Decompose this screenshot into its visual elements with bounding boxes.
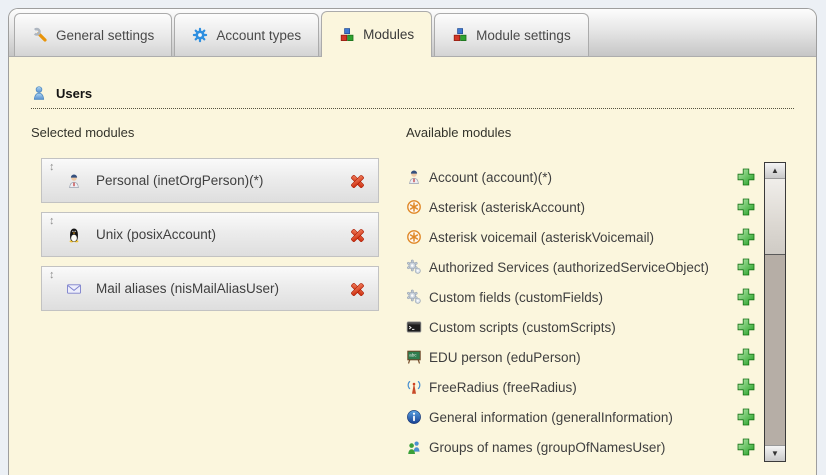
tab-label: General settings: [56, 28, 154, 43]
group-icon: [406, 439, 422, 455]
available-module-label: EDU person (eduPerson): [429, 350, 736, 365]
tab-bar: General settings Account types: [9, 9, 816, 57]
available-modules-list: Account (account)(*): [406, 162, 756, 462]
tab-modules[interactable]: Modules: [321, 11, 432, 57]
available-module-row-freeradius: FreeRadius (freeRadius): [406, 372, 756, 402]
tux-icon: [66, 227, 82, 243]
chalkboard-icon: abc: [406, 349, 422, 365]
selected-module-label: Personal (inetOrgPerson)(*): [96, 173, 263, 188]
tab-content: Users Selected modules ↕ Per: [9, 57, 816, 462]
gear-icon: [192, 27, 208, 43]
selected-modules-column: Selected modules ↕ Personal (inetOrgPers…: [31, 125, 379, 462]
available-module-label: General information (generalInformation): [429, 410, 736, 425]
available-module-row-account: Account (account)(*): [406, 162, 756, 192]
available-module-row-custom-scripts: Custom scripts (customScripts): [406, 312, 756, 342]
tab-label: Modules: [363, 27, 414, 42]
drag-handle-icon[interactable]: ↕: [49, 269, 55, 281]
available-module-row-asterisk-voicemail: Asterisk voicemail (asteriskVoicemail): [406, 222, 756, 252]
delete-icon[interactable]: [349, 281, 366, 298]
scrollbar-up-icon[interactable]: ▲: [765, 163, 785, 179]
asterisk-icon: [406, 199, 422, 215]
delete-icon[interactable]: [349, 173, 366, 190]
person-icon: [66, 173, 82, 189]
gears-icon: [406, 289, 422, 305]
add-module-icon[interactable]: [736, 227, 756, 247]
add-module-icon[interactable]: [736, 347, 756, 367]
info-icon: [406, 409, 422, 425]
tab-module-settings[interactable]: Module settings: [434, 13, 589, 56]
add-module-icon[interactable]: [736, 437, 756, 457]
selected-module-label: Mail aliases (nisMailAliasUser): [96, 281, 279, 296]
asterisk-icon: [406, 229, 422, 245]
scrollbar-thumb[interactable]: [765, 179, 785, 255]
tab-label: Account types: [216, 28, 301, 43]
available-module-row-general-information: General information (generalInformation): [406, 402, 756, 432]
antenna-icon: [406, 379, 422, 395]
available-module-row-authorized-services: Authorized Services (authorizedServiceOb…: [406, 252, 756, 282]
available-module-label: Custom scripts (customScripts): [429, 320, 736, 335]
selected-module-row-unix[interactable]: ↕ Unix (posixAccount): [41, 212, 379, 257]
terminal-icon: [406, 319, 422, 335]
available-module-label: Groups of names (groupOfNamesUser): [429, 440, 736, 455]
add-module-icon[interactable]: [736, 407, 756, 427]
available-module-label: Asterisk voicemail (asteriskVoicemail): [429, 230, 736, 245]
add-module-icon[interactable]: [736, 287, 756, 307]
available-module-row-groups-of-names: Groups of names (groupOfNamesUser): [406, 432, 756, 462]
selected-module-row-mail-aliases[interactable]: ↕ Mail aliases (nisMailAliasUser): [41, 266, 379, 311]
available-module-row-asterisk: Asterisk (asteriskAccount): [406, 192, 756, 222]
available-module-label: Account (account)(*): [429, 170, 736, 185]
add-module-icon[interactable]: [736, 317, 756, 337]
person-icon: [406, 169, 422, 185]
available-module-label: FreeRadius (freeRadius): [429, 380, 736, 395]
tab-account-types[interactable]: Account types: [174, 13, 319, 56]
svg-text:abc: abc: [409, 353, 417, 358]
delete-icon[interactable]: [349, 227, 366, 244]
selected-module-label: Unix (posixAccount): [96, 227, 216, 242]
add-module-icon[interactable]: [736, 377, 756, 397]
add-module-icon[interactable]: [736, 167, 756, 187]
config-panel: General settings Account types: [8, 8, 817, 475]
add-module-icon[interactable]: [736, 257, 756, 277]
selected-modules-heading: Selected modules: [31, 125, 379, 140]
modules-columns: Selected modules ↕ Personal (inetOrgPers…: [9, 109, 816, 462]
available-module-row-custom-fields: Custom fields (customFields): [406, 282, 756, 312]
drag-handle-icon[interactable]: ↕: [49, 161, 55, 173]
envelope-icon: [66, 281, 82, 297]
add-module-icon[interactable]: [736, 197, 756, 217]
scrollbar-down-icon[interactable]: ▼: [765, 445, 785, 461]
drag-handle-icon[interactable]: ↕: [49, 215, 55, 227]
users-section-header: Users: [31, 85, 794, 109]
section-title: Users: [56, 86, 92, 101]
gears-icon: [406, 259, 422, 275]
user-figure-icon: [31, 85, 47, 101]
tab-general-settings[interactable]: General settings: [14, 13, 172, 56]
available-modules-column: Available modules: [406, 125, 786, 462]
available-module-label: Authorized Services (authorizedServiceOb…: [429, 260, 736, 275]
available-module-row-edu-person: abc EDU person (eduPerson): [406, 342, 756, 372]
scrollbar-track[interactable]: [765, 255, 785, 445]
available-module-label: Custom fields (customFields): [429, 290, 736, 305]
scrollbar[interactable]: ▲ ▼: [764, 162, 786, 462]
wrench-icon: [32, 27, 48, 43]
modules-icon: [452, 27, 468, 43]
modules-icon: [339, 27, 355, 43]
tab-label: Module settings: [476, 28, 571, 43]
selected-module-row-personal[interactable]: ↕ Personal (inetOrgPerson)(*): [41, 158, 379, 203]
available-module-label: Asterisk (asteriskAccount): [429, 200, 736, 215]
available-modules-heading: Available modules: [406, 125, 786, 140]
